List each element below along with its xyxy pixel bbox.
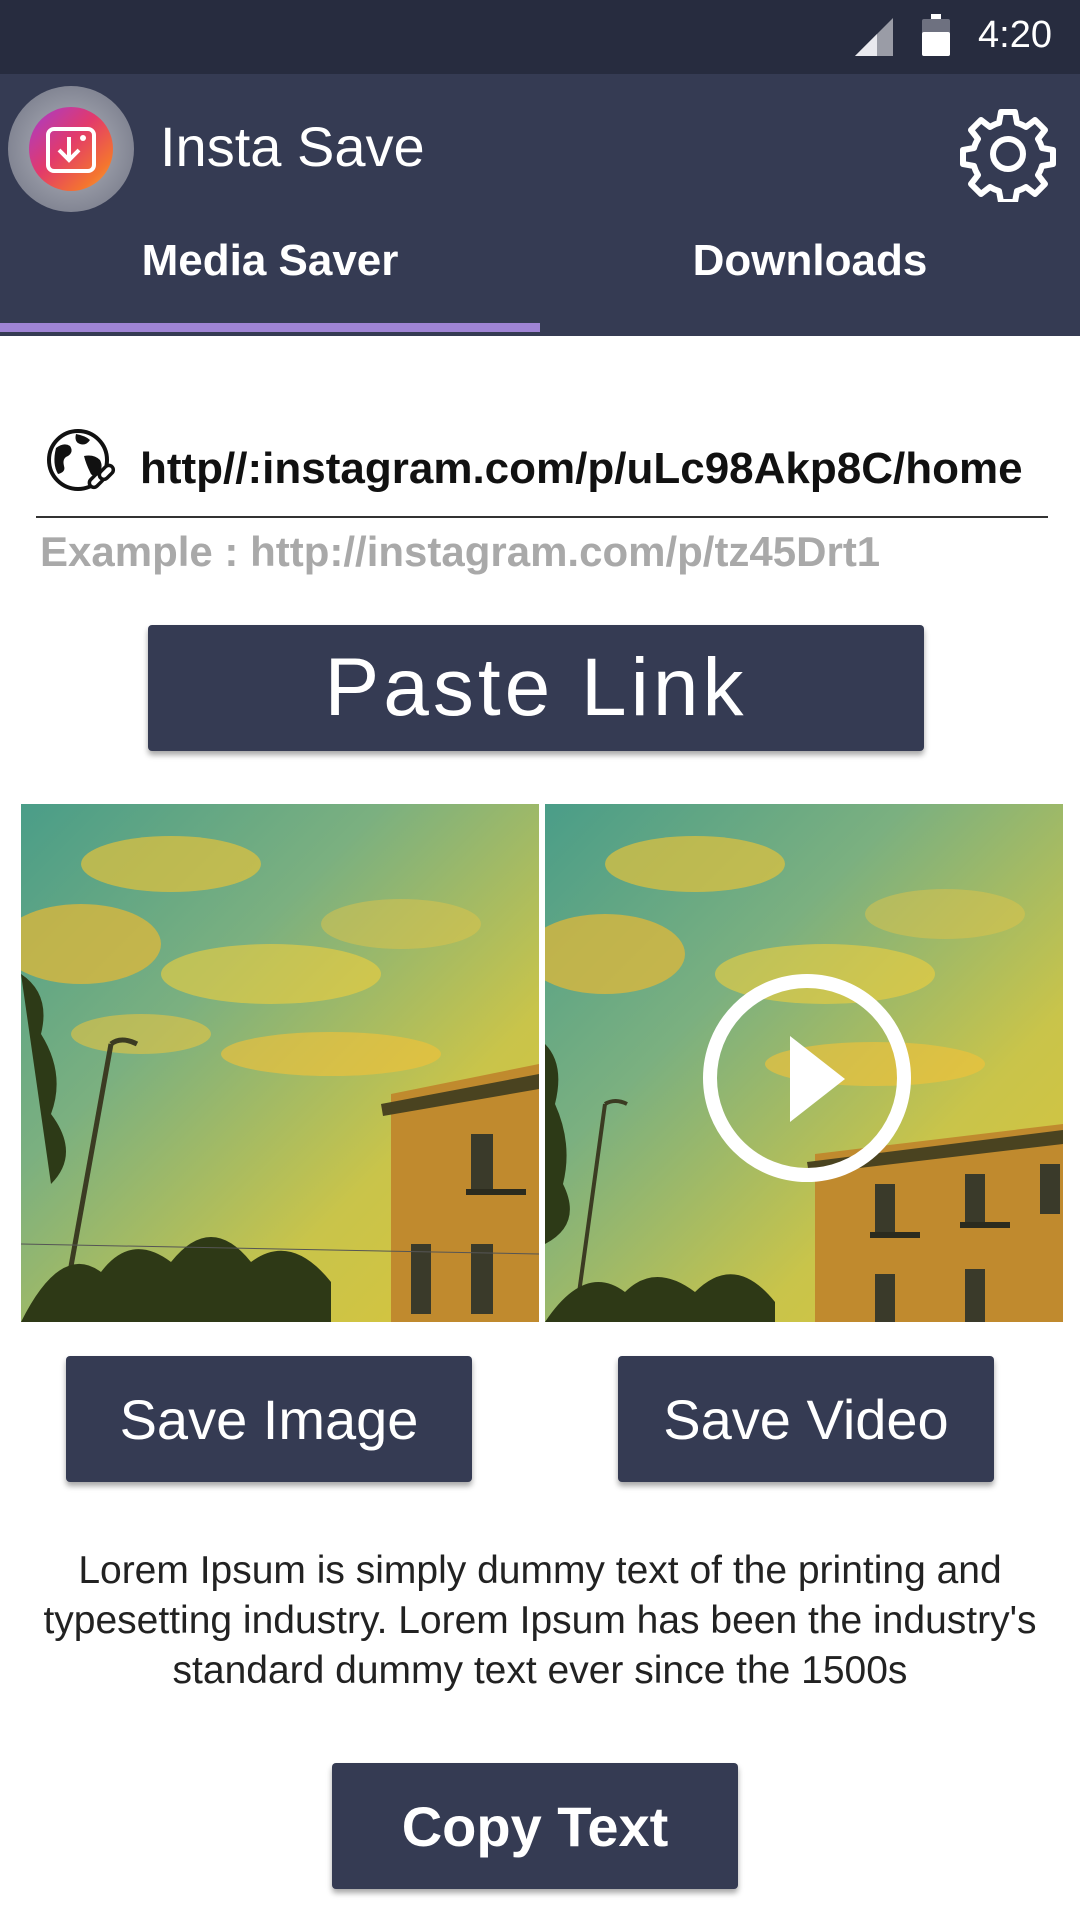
status-time: 4:20: [978, 14, 1052, 56]
signal-icon: [855, 18, 893, 56]
active-tab-indicator: [0, 323, 540, 332]
copy-text-button[interactable]: Copy Text: [332, 1763, 738, 1889]
app-title: Insta Save: [160, 115, 425, 178]
media-caption-text: Lorem Ipsum is simply dummy text of the …: [43, 1549, 1037, 1692]
tab-downloads[interactable]: Downloads: [540, 236, 1080, 294]
url-example-hint: Example : http://instagram.com/p/tz45Drt…: [40, 528, 881, 575]
tab-media-saver[interactable]: Media Saver: [0, 236, 540, 294]
save-image-button[interactable]: Save Image: [66, 1356, 472, 1482]
url-input[interactable]: http//:instagram.com/p/uLc98Akp8C/home: [140, 444, 1023, 494]
status-bar: 4:20: [0, 0, 1080, 74]
paste-link-button[interactable]: Paste Link: [148, 625, 924, 751]
image-preview[interactable]: [21, 804, 539, 1322]
settings-gear-icon[interactable]: [960, 106, 1056, 202]
app-logo: [8, 86, 134, 212]
video-preview[interactable]: [545, 804, 1063, 1322]
url-input-underline: [36, 516, 1048, 518]
download-icon: [46, 127, 96, 173]
save-video-button[interactable]: Save Video: [618, 1356, 994, 1482]
battery-icon: [922, 14, 950, 56]
globe-link-icon: [47, 429, 116, 491]
